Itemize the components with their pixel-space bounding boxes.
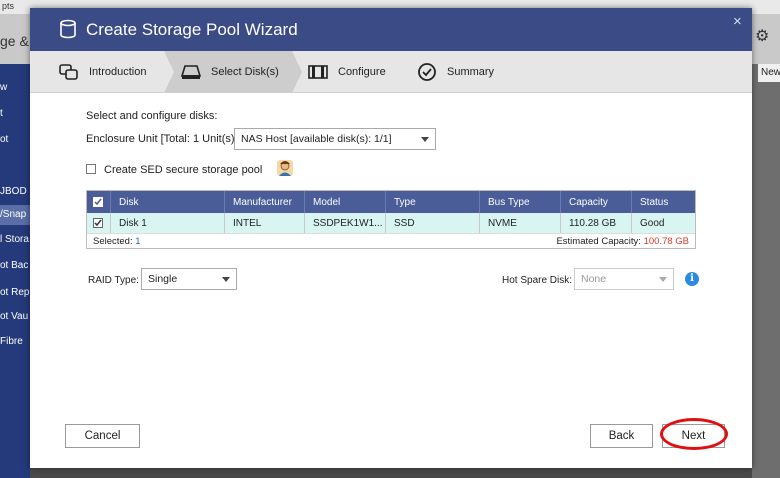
sed-checkbox[interactable]: [86, 164, 96, 174]
enclosure-select-value: NAS Host [available disk(s): 1/1]: [241, 133, 392, 145]
background-top-text: pts: [2, 1, 15, 11]
table-row[interactable]: Disk 1 INTEL SSDPEK1W1... SSD NVME 110.2…: [87, 213, 695, 234]
back-button[interactable]: Back: [590, 424, 653, 448]
step-introduction: Introduction: [58, 51, 146, 93]
dialog-title: Create Storage Pool Wizard: [86, 20, 298, 39]
background-right-panel: [752, 64, 780, 478]
background-bottom: [30, 468, 752, 478]
table-header: Disk Manufacturer Model Type Bus Type Ca…: [87, 191, 695, 213]
step-introduction-label: Introduction: [89, 66, 147, 78]
estimated-capacity: Estimated Capacity: 100.78 GB: [556, 236, 689, 247]
chevron-down-icon: [222, 277, 230, 282]
storage-pool-icon: [60, 19, 76, 39]
selected-count: 1: [135, 236, 141, 247]
step-summary: Summary: [416, 51, 494, 93]
step-configure: Configure: [307, 51, 386, 93]
col-status[interactable]: Status: [632, 191, 697, 213]
introduction-icon: [58, 62, 80, 82]
col-type[interactable]: Type: [386, 191, 480, 213]
step-select-disks: Select Disk(s): [180, 51, 279, 93]
background-sidebar-item[interactable]: ot Vau: [0, 311, 30, 322]
hot-spare-value: None: [581, 273, 607, 285]
cell-disk: Disk 1: [111, 213, 225, 233]
enclosure-label: Enclosure Unit [Total: 1 Unit(s)]:: [86, 133, 241, 145]
background-sidebar-item[interactable]: w: [0, 82, 30, 93]
background-sidebar-item[interactable]: t: [0, 108, 30, 119]
estimated-value: 100.78 GB: [643, 236, 689, 247]
background-sidebar-item[interactable]: ot Bac: [0, 260, 30, 271]
chevron-down-icon: [421, 137, 429, 142]
close-icon[interactable]: ×: [733, 13, 742, 30]
background-sidebar-item[interactable]: ot: [0, 134, 30, 145]
raid-type-label: RAID Type:: [88, 275, 139, 286]
configure-icon: [307, 62, 329, 82]
step-separator: [164, 51, 174, 93]
col-manufacturer[interactable]: Manufacturer: [225, 191, 305, 213]
cell-model: SSDPEK1W1...: [305, 213, 386, 233]
step-separator: [292, 51, 302, 93]
col-capacity[interactable]: Capacity: [561, 191, 632, 213]
settings-gear-icon[interactable]: ⚙: [755, 26, 769, 46]
estimated-label: Estimated Capacity:: [556, 236, 641, 247]
step-configure-label: Configure: [338, 66, 386, 78]
summary-check-icon: [416, 62, 438, 82]
cell-type: SSD: [386, 213, 480, 233]
background-sidebar: [0, 64, 30, 478]
header-select-all[interactable]: [87, 191, 111, 213]
col-model[interactable]: Model: [305, 191, 386, 213]
section-title: Select and configure disks:: [86, 110, 218, 122]
step-summary-label: Summary: [447, 66, 495, 78]
cell-capacity: 110.28 GB: [561, 213, 632, 233]
background-sidebar-item[interactable]: l Stora: [0, 234, 30, 245]
chevron-down-icon: [659, 277, 667, 282]
cancel-button[interactable]: Cancel: [65, 424, 140, 448]
background-sidebar-item[interactable]: /Snap: [0, 205, 30, 225]
row-checkbox-cell[interactable]: [87, 213, 111, 233]
selected-summary: Selected: 1: [93, 236, 141, 247]
sed-label: Create SED secure storage pool: [104, 164, 263, 176]
background-new-tab[interactable]: New: [758, 64, 780, 82]
background-sidebar-item[interactable]: Fibre: [0, 336, 30, 347]
selected-label: Selected:: [93, 236, 133, 247]
cell-bus-type: NVME: [480, 213, 561, 233]
raid-type-select[interactable]: Single: [141, 268, 237, 290]
hot-spare-select[interactable]: None: [574, 268, 674, 290]
disk-table: Disk Manufacturer Model Type Bus Type Ca…: [86, 190, 696, 249]
raid-type-value: Single: [148, 273, 178, 285]
create-storage-pool-dialog: Create Storage Pool Wizard × Introductio…: [30, 8, 752, 468]
hot-spare-label: Hot Spare Disk:: [502, 275, 573, 286]
cell-manufacturer: INTEL: [225, 213, 305, 233]
select-all-checkbox[interactable]: [93, 197, 103, 207]
table-footer: Selected: 1 Estimated Capacity: 100.78 G…: [87, 234, 695, 248]
info-icon[interactable]: i: [685, 272, 699, 286]
enclosure-select[interactable]: NAS Host [available disk(s): 1/1]: [234, 128, 436, 150]
row-checkbox[interactable]: [93, 218, 103, 228]
step-select-disks-label: Select Disk(s): [211, 66, 279, 78]
cell-status: Good: [640, 217, 665, 229]
background-title: ge &: [0, 33, 29, 49]
dialog-header: Create Storage Pool Wizard ×: [30, 8, 752, 51]
col-bus-type[interactable]: Bus Type: [480, 191, 561, 213]
wizard-steps: Introduction Select Disk(s) Configure Su…: [30, 51, 752, 93]
sed-user-icon: [277, 160, 293, 176]
disk-icon: [180, 62, 202, 82]
background-sidebar-item[interactable]: ot Rep: [0, 287, 30, 298]
next-button[interactable]: Next: [662, 424, 725, 448]
background-sidebar-item[interactable]: JBOD: [0, 186, 30, 197]
col-disk[interactable]: Disk: [111, 191, 225, 213]
